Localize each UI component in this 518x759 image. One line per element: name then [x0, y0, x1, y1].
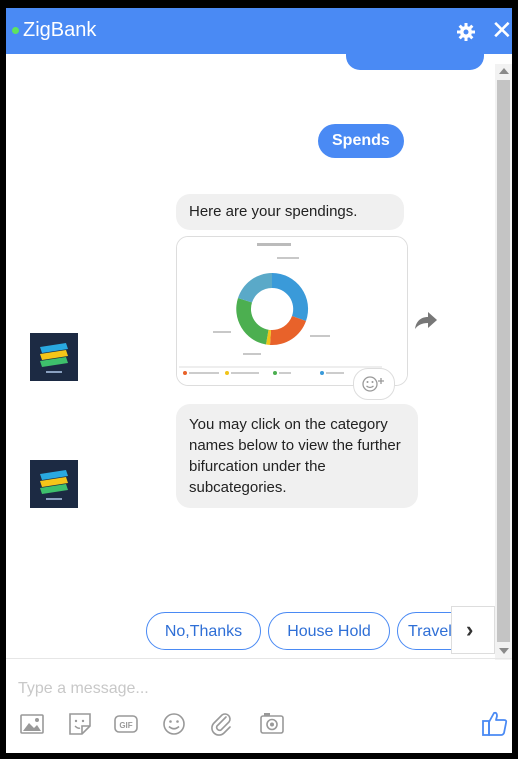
gif-icon[interactable]: GIF	[112, 710, 140, 738]
chat-title: ZigBank	[23, 19, 97, 41]
previous-user-bubble	[346, 48, 484, 70]
quick-replies: No,Thanks House Hold Travel	[146, 612, 491, 652]
emoji-icon[interactable]	[160, 710, 188, 738]
scroll-down-arrow[interactable]	[499, 648, 509, 654]
message-input[interactable]	[16, 674, 490, 704]
bot-message-spendings: Here are your spendings.	[176, 194, 404, 230]
svg-text:GIF: GIF	[119, 721, 132, 730]
chevron-right-icon: ›	[466, 617, 474, 642]
spends-chart-image[interactable]	[176, 236, 408, 386]
share-icon[interactable]	[414, 310, 438, 330]
user-message-spends: Spends	[318, 124, 404, 158]
composer-divider	[6, 658, 512, 659]
bot-message-instruction: You may click on the category names belo…	[176, 404, 418, 508]
online-status-dot	[12, 27, 19, 34]
chart-title-text	[257, 243, 291, 246]
chat-window: ZigBank ✕ Spends Here are your spendings…	[0, 0, 518, 759]
attachment-icon[interactable]	[208, 710, 236, 738]
gear-icon[interactable]	[456, 22, 476, 42]
camera-icon[interactable]	[258, 710, 286, 738]
reaction-emoji-icon	[362, 376, 384, 392]
image-icon[interactable]	[18, 710, 46, 738]
scrollbar-thumb[interactable]	[497, 80, 510, 642]
bot-avatar	[30, 333, 78, 381]
sticker-icon[interactable]	[66, 710, 94, 738]
quick-replies-next-button[interactable]: ›	[451, 606, 495, 654]
quick-reply-no-thanks[interactable]: No,Thanks	[146, 612, 261, 650]
bot-avatar	[30, 460, 78, 508]
reaction-button[interactable]	[353, 368, 395, 400]
quick-reply-house-hold[interactable]: House Hold	[268, 612, 390, 650]
close-icon[interactable]: ✕	[491, 17, 512, 43]
scroll-up-arrow[interactable]	[499, 68, 509, 74]
thumbs-up-icon[interactable]	[480, 708, 510, 738]
